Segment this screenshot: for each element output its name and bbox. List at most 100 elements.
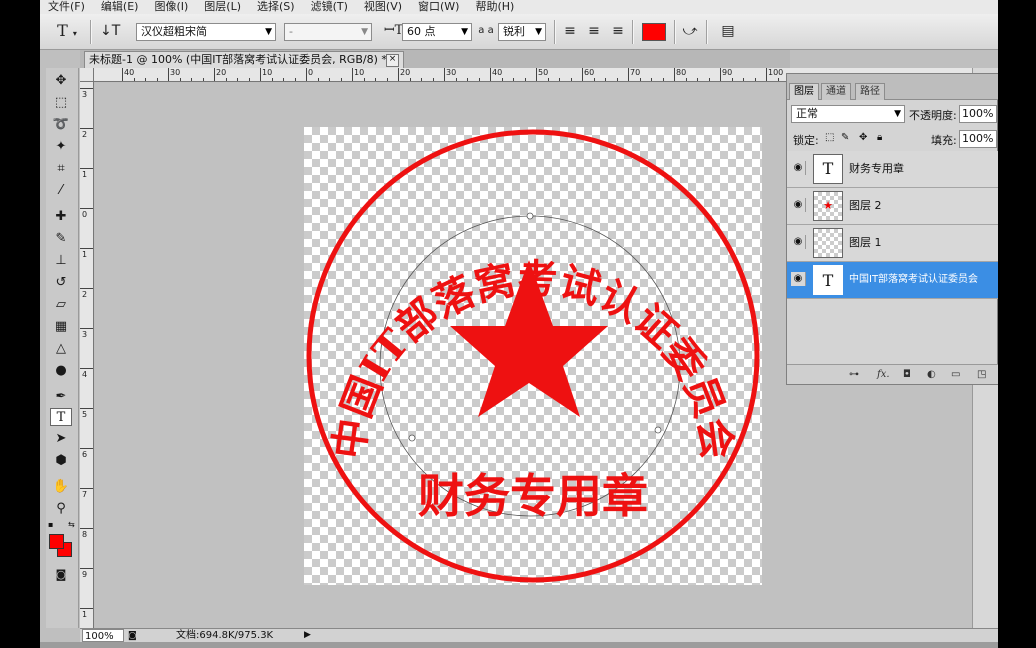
type-tool-preset-button[interactable]: T ▾	[52, 22, 82, 43]
shape-tool-icon[interactable]: ⬢	[50, 452, 72, 470]
ruler-label: 70	[630, 68, 641, 77]
visibility-eye-icon[interactable]: ◉	[791, 235, 806, 249]
tab-channels[interactable]: 通道	[821, 83, 851, 100]
eraser-tool-icon[interactable]: ▱	[50, 296, 72, 314]
blur-tool-icon[interactable]: △	[50, 340, 72, 358]
magic-wand-tool-icon[interactable]: ✦	[50, 138, 72, 156]
lock-transparency-icon[interactable]: ⬚	[825, 132, 834, 143]
zoom-tool-icon[interactable]: ⚲	[50, 500, 72, 518]
visibility-eye-icon[interactable]: ◉	[791, 272, 806, 286]
ruler-minor-tick	[524, 78, 526, 81]
history-brush-tool-icon[interactable]: ↺	[50, 274, 72, 292]
menu-item[interactable]: 文件(F)	[40, 0, 93, 14]
swap-colors-icon[interactable]: ⇆	[68, 520, 75, 529]
ruler-tick	[260, 68, 261, 81]
ruler-corner[interactable]	[80, 68, 94, 82]
brush-tool-icon[interactable]: ✎	[50, 230, 72, 248]
tab-layers[interactable]: 图层	[789, 83, 819, 100]
font-size-select[interactable]: 60 点 ▼	[402, 23, 472, 41]
seal-bottom-text[interactable]: 财务专用章	[418, 469, 648, 523]
clone-stamp-tool-icon[interactable]: ⊥	[50, 252, 72, 270]
visibility-eye-icon[interactable]: ◉	[791, 161, 806, 175]
horizontal-scrollbar[interactable]	[40, 642, 998, 648]
ruler-minor-tick	[708, 78, 710, 81]
dodge-tool-icon[interactable]: ●	[50, 362, 72, 380]
type-tool-icon[interactable]: T	[50, 408, 72, 426]
layer-row[interactable]: ◉ 图层 1	[787, 225, 998, 262]
warp-text-icon[interactable]: ⤻	[682, 22, 698, 40]
ruler-minor-tick	[340, 78, 342, 81]
close-icon[interactable]: ×	[386, 54, 399, 67]
path-selection-tool-icon[interactable]: ➤	[50, 430, 72, 448]
new-group-icon[interactable]: ▭	[951, 368, 960, 382]
lock-pixels-icon[interactable]: ✎	[841, 132, 849, 143]
zoom-level-field[interactable]: 100%	[82, 629, 124, 642]
menu-item[interactable]: 窗口(W)	[410, 0, 467, 14]
move-tool-icon[interactable]: ✥	[50, 72, 72, 90]
ruler-minor-tick	[386, 78, 388, 81]
ruler-label: 8	[82, 530, 88, 539]
character-panel-icon[interactable]: ▤	[720, 22, 736, 40]
ruler-label: 9	[82, 570, 88, 579]
layer-row-selected[interactable]: ◉ T 中国IT部落窝考试认证委员会	[787, 262, 998, 299]
layer-style-icon[interactable]: fx.	[877, 368, 890, 382]
new-layer-icon[interactable]: ◳	[977, 368, 986, 382]
path-anchor-point[interactable]	[526, 212, 534, 220]
antialias-select[interactable]: 锐利 ▼	[498, 23, 546, 41]
blend-mode-select[interactable]: 正常 ▼	[791, 105, 905, 123]
menu-item[interactable]: 选择(S)	[249, 0, 303, 14]
eyedropper-tool-icon[interactable]: ⁄	[50, 182, 72, 200]
menu-item[interactable]: 编辑(E)	[93, 0, 147, 14]
link-layers-icon[interactable]: ⊶	[849, 368, 859, 382]
visibility-eye-icon[interactable]: ◉	[791, 198, 806, 212]
font-family-select[interactable]: 汉仪超粗宋简 ▼	[136, 23, 276, 41]
lock-position-icon[interactable]: ✥	[859, 132, 867, 143]
menu-item[interactable]: 图像(I)	[146, 0, 196, 14]
ruler-minor-tick	[432, 78, 434, 81]
font-style-select[interactable]: - ▼	[284, 23, 372, 41]
text-color-swatch[interactable]	[642, 23, 666, 41]
ruler-tick	[80, 168, 93, 169]
tab-paths[interactable]: 路径	[855, 83, 885, 100]
add-mask-icon[interactable]: ◘	[903, 368, 911, 382]
menu-item[interactable]: 滤镜(T)	[303, 0, 356, 14]
menu-item[interactable]: 图层(L)	[196, 0, 249, 14]
ruler-tick	[80, 288, 93, 289]
foreground-color-swatch[interactable]	[49, 534, 64, 549]
path-anchor-point[interactable]	[408, 434, 416, 442]
fill-input[interactable]: 100%	[959, 130, 997, 148]
status-menu-arrow-icon[interactable]: ▶	[304, 629, 311, 642]
lock-all-icon[interactable]: 🔒︎	[877, 132, 882, 143]
marquee-tool-icon[interactable]: ⬚	[50, 94, 72, 112]
ruler-label: 4	[82, 370, 88, 379]
ruler-label: 1	[82, 610, 88, 619]
ruler-label: 40	[492, 68, 503, 77]
healing-brush-tool-icon[interactable]: ✚	[50, 208, 72, 226]
ruler-tick	[80, 528, 93, 529]
hand-tool-icon[interactable]: ✋	[50, 478, 72, 496]
text-orientation-icon[interactable]: ↓T	[100, 22, 120, 40]
align-left-icon[interactable]: ≡	[562, 22, 578, 40]
ruler-minor-tick	[513, 78, 514, 81]
ruler-label: 2	[82, 130, 88, 139]
quick-mask-icon[interactable]: ◙	[50, 566, 72, 584]
lasso-tool-icon[interactable]: ➰	[50, 116, 72, 134]
layer-row[interactable]: ◉ T 财务专用章	[787, 151, 998, 188]
adjustment-layer-icon[interactable]: ◐	[927, 368, 936, 382]
path-anchor-point[interactable]	[654, 426, 662, 434]
gradient-tool-icon[interactable]: ▦	[50, 318, 72, 336]
menu-item[interactable]: 视图(V)	[356, 0, 410, 14]
pen-tool-icon[interactable]: ✒	[50, 388, 72, 406]
ruler-left[interactable]: 3 2 1 0 1 2 3 4 5 6 7 8 9 1	[80, 82, 94, 628]
document-tab[interactable]: 未标题-1 @ 100% (中国IT部落窝考试认证委员会, RGB/8) * ×	[84, 51, 404, 68]
ruler-minor-tick	[662, 78, 664, 81]
crop-tool-icon[interactable]: ⌗	[50, 160, 72, 178]
default-colors-icon[interactable]: ▪	[48, 520, 53, 529]
align-right-icon[interactable]: ≡	[610, 22, 626, 40]
layer-row[interactable]: ◉ ★ 图层 2	[787, 188, 998, 225]
ruler-minor-tick	[375, 78, 376, 81]
menu-item[interactable]: 帮助(H)	[467, 0, 522, 14]
opacity-input[interactable]: 100%	[959, 105, 997, 123]
document-canvas[interactable]: 中国IT部落窝考试认证委员会 财务专用章	[304, 127, 762, 585]
align-center-icon[interactable]: ≡	[586, 22, 602, 40]
